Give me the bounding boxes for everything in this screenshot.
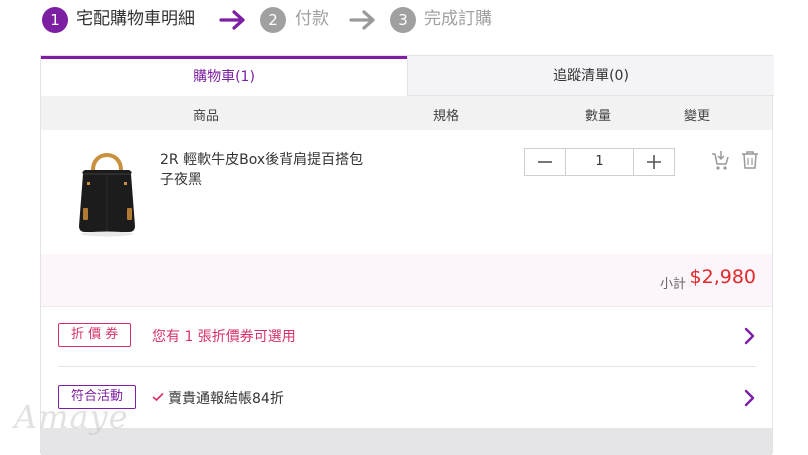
quantity-increase-button[interactable] — [633, 149, 674, 175]
subtotal-amount: $2,980 — [689, 266, 756, 288]
cart-column-header: 商品 規格 數量 變更 — [41, 96, 772, 130]
chevron-right-icon[interactable] — [744, 327, 756, 345]
subtotal-label: 小計 — [659, 277, 686, 292]
arrow-right-icon — [349, 10, 375, 30]
coupon-text: 您有 1 張折價券可選用 — [152, 329, 296, 345]
step-3-label: 完成訂購 — [424, 9, 492, 29]
column-product: 商品 — [193, 109, 220, 124]
minus-icon — [538, 161, 552, 163]
coupon-row[interactable]: 折 價 券 您有 1 張折價券可選用 — [58, 307, 756, 365]
tab-cart[interactable]: 購物車(1) — [41, 56, 407, 96]
promotion-text: 賣貴通報結帳84折 — [168, 391, 284, 407]
checkout-steps: 1 宅配購物車明細 2 付款 3 完成訂購 — [0, 0, 808, 40]
column-quantity: 數量 — [585, 109, 612, 124]
cart-panel: 購物車(1) 追蹤清單(0) 商品 規格 數量 變更 2R 輕軟牛皮Box後背肩… — [40, 55, 774, 455]
chevron-right-icon[interactable] — [744, 389, 756, 407]
cart-item-row: 2R 輕軟牛皮Box後背肩提百搭包 子夜黑 1 — [41, 130, 772, 254]
trash-icon[interactable] — [741, 150, 759, 170]
step-1-label: 宅配購物車明細 — [76, 9, 195, 29]
column-change: 變更 — [684, 109, 711, 124]
arrow-right-icon — [219, 10, 245, 30]
product-image[interactable] — [67, 146, 147, 238]
check-icon — [152, 392, 164, 402]
step-1-badge: 1 — [42, 7, 68, 33]
promotion-row[interactable]: 符合活動 賣貴通報結帳84折 — [58, 369, 756, 427]
divider — [58, 366, 756, 367]
watermark: Amaye — [14, 398, 129, 436]
quantity-decrease-button[interactable] — [525, 149, 566, 175]
coupon-tag: 折 價 券 — [58, 323, 132, 347]
move-to-wishlist-icon[interactable] — [710, 150, 730, 172]
step-2-label: 付款 — [295, 9, 329, 29]
step-2-badge: 2 — [260, 7, 286, 33]
plus-icon — [647, 155, 661, 169]
quantity-value[interactable]: 1 — [565, 149, 634, 175]
product-name[interactable]: 2R 輕軟牛皮Box後背肩提百搭包 子夜黑 — [160, 150, 380, 190]
column-spec: 規格 — [433, 109, 460, 124]
footer-bar — [41, 428, 772, 455]
subtotal-bar: 小計 $2,980 — [41, 254, 772, 307]
quantity-stepper: 1 — [524, 148, 675, 176]
tab-wishlist[interactable]: 追蹤清單(0) — [407, 56, 774, 96]
step-3-badge: 3 — [390, 7, 416, 33]
